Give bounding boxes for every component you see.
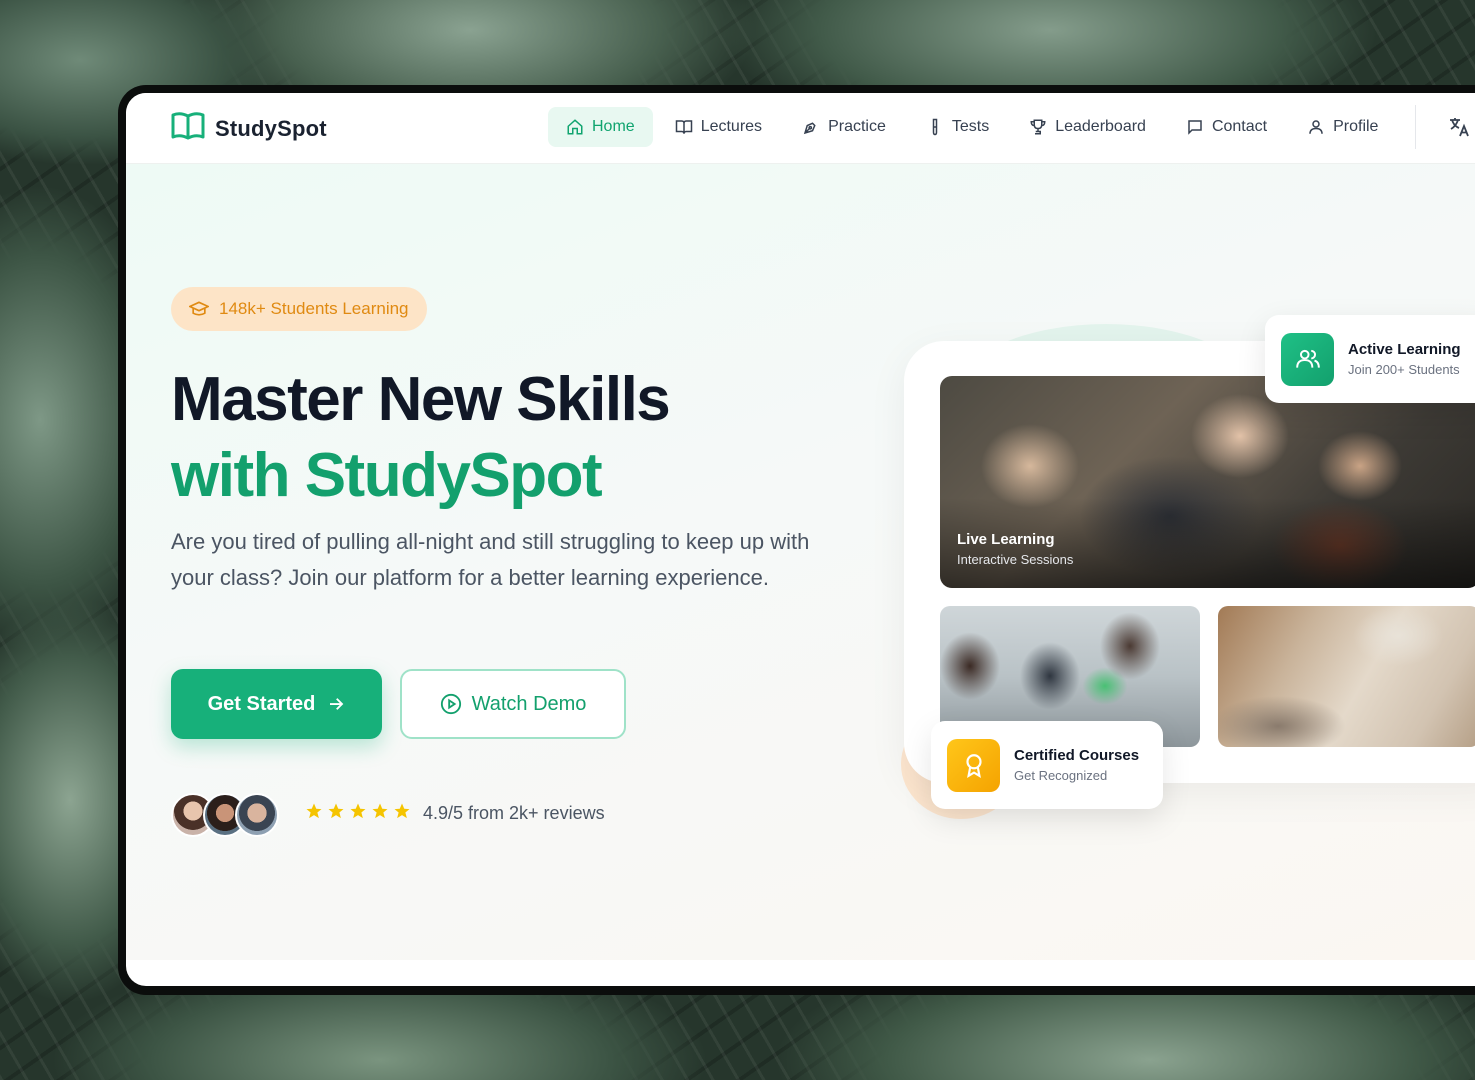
hero-title-line-1: Master New Skills (171, 365, 671, 434)
brand-name: StudySpot (215, 115, 327, 141)
trophy-icon (1030, 119, 1046, 135)
photo-caption-subtitle: Interactive Sessions (957, 552, 1074, 567)
watch-demo-label: Watch Demo (471, 692, 587, 715)
nav-item-contact[interactable]: Contact (1168, 107, 1285, 147)
photo-caption-title: Live Learning (957, 531, 1055, 548)
graduation-cap-icon (189, 301, 209, 316)
certified-courses-title: Certified Courses (1014, 747, 1140, 764)
student-avatars (171, 793, 279, 837)
message-icon (1188, 120, 1202, 135)
rating-text: 4.9/5 from 2k+ reviews (423, 803, 605, 823)
active-learning-title: Active Learning (1348, 341, 1461, 358)
translate-icon (1450, 118, 1469, 137)
star-icon (328, 803, 344, 819)
writing-photo (1218, 606, 1475, 747)
star-icon (394, 803, 410, 819)
nav-item-profile[interactable]: Profile (1289, 107, 1396, 147)
pen-tool-icon (803, 122, 816, 135)
hero-description: Are you tired of pulling all-night and s… (171, 529, 810, 590)
nav-item-leaderboard[interactable]: Leaderboard (1011, 107, 1164, 147)
badge-text: 148k+ Students Learning (219, 299, 409, 318)
nav-divider (1415, 105, 1416, 149)
nav-label-leaderboard: Leaderboard (1055, 118, 1146, 135)
nav-item-home[interactable]: Home (548, 107, 653, 147)
arrow-right-icon (330, 698, 344, 710)
browser-screen: StudySpot Home Lectures Practice Tests L… (126, 93, 1475, 986)
star-icon (372, 803, 388, 819)
hero-title-line-2: with StudySpot (171, 441, 603, 510)
certified-courses-card: Certified Courses Get Recognized (931, 721, 1163, 809)
nav-label-profile: Profile (1333, 118, 1379, 135)
open-book-logo-icon (171, 111, 205, 146)
star-icon (350, 803, 366, 819)
nav-item-practice[interactable]: Practice (784, 107, 904, 147)
avatar (235, 793, 279, 837)
award-icon (947, 738, 1000, 792)
nav-menu: Home Lectures Practice Tests Leaderboard… (548, 107, 1400, 147)
nav-item-tests[interactable]: Tests (908, 107, 1007, 147)
nav-label-contact: Contact (1211, 118, 1268, 135)
rating-stars (305, 802, 411, 820)
book-icon (675, 120, 692, 134)
get-started-label: Get Started (207, 692, 316, 715)
active-learning-subtitle: Join 200+ Students (1348, 362, 1460, 377)
nav-label-home: Home (592, 118, 635, 135)
get-started-button[interactable]: Get Started (171, 669, 382, 739)
logo[interactable]: StudySpot (171, 111, 327, 146)
nav-label-practice: Practice (828, 118, 886, 135)
hero-section: 148k+ Students Learning Master New Skill… (126, 164, 1475, 960)
nav-label-lectures: Lectures (700, 118, 763, 135)
home-icon (567, 119, 583, 135)
play-circle-icon (440, 693, 461, 715)
certified-courses-subtitle: Get Recognized (1014, 768, 1108, 783)
language-toggle[interactable] (1447, 115, 1471, 144)
watch-demo-button[interactable]: Watch Demo (400, 669, 626, 739)
students-badge: 148k+ Students Learning (171, 287, 427, 331)
live-learning-photo: Live Learning Interactive Sessions (940, 376, 1475, 588)
nav-item-lectures[interactable]: Lectures (657, 107, 780, 147)
star-icon (306, 803, 322, 819)
active-learning-card: Active Learning Join 200+ Students (1265, 315, 1475, 403)
nav-label-tests: Tests (951, 118, 990, 135)
user-icon (1309, 120, 1323, 134)
test-tube-icon (932, 118, 938, 136)
top-navbar: StudySpot Home Lectures Practice Tests L… (126, 93, 1475, 164)
users-icon (1281, 332, 1334, 386)
